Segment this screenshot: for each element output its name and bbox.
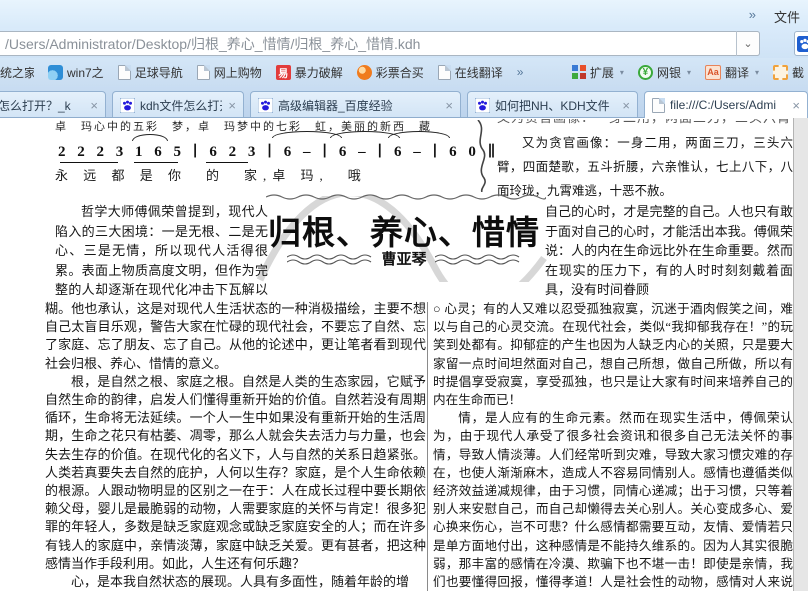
baidu-paw-favicon	[475, 98, 490, 113]
baidu-paw-favicon	[120, 98, 135, 113]
right-column-intro: 自己的心时，才是完整的自己。人也只有敢于面对自己的心时，才能活出本我。傅佩荣说：…	[545, 202, 793, 300]
tab-bar: 文件怎么打开？_k × kdh文件怎么打开？kd × 高级编辑器_百度经验 × …	[0, 86, 808, 118]
paragraph: 情，是人应有的生命元素。然而在现实生活中，傅佩荣认为，由于现代人承受了很多社会资…	[433, 409, 793, 591]
tab-active-kdh-file[interactable]: file:///C:/Users/Admi ×	[644, 91, 808, 118]
screenshot-icon	[773, 65, 788, 80]
paragraph: 糊。他也承认，这是对现代人生活状态的一种消极描绘，主要不想自己太盲目乐观，警告大…	[45, 300, 426, 373]
bookmark-shopping[interactable]: 网上购物	[197, 64, 262, 81]
paragraph: ○ 心灵；有的人又难以忍受孤独寂寞，沉迷于酒肉假笑之间，难以与自己的心灵交流。在…	[433, 300, 793, 409]
notation-beam	[206, 162, 248, 163]
win7-site-icon	[48, 65, 63, 80]
music-lyrics-bottom: 永 远 都 是 你 的 家,卓 玛, 哦	[55, 165, 385, 184]
article-title: 归根、养心、惜情	[258, 206, 550, 254]
translate-aa-icon: Aa	[705, 65, 721, 80]
tab-4[interactable]: 如何把NH、KDH文件 ×	[467, 91, 638, 118]
address-url-text: /Users/Administrator/Desktop/归根_养心_惜情/归根…	[5, 34, 739, 54]
bookmark-crack[interactable]: 易 暴力破解	[276, 64, 343, 81]
music-notation-line: 2 2 2 3 1 6 5 ∣ 6 2 3 ∣ 6 – ∣ 6 – ∣ 6 – …	[58, 142, 488, 161]
chevron-down-icon: ⌄	[743, 37, 752, 50]
close-icon[interactable]: ×	[445, 98, 453, 113]
address-toolbar: /Users/Administrator/Desktop/归根_养心_惜情/归根…	[0, 28, 808, 58]
left-column-body: 糊。他也承认，这是对现代人生活状态的一种消极描绘，主要不想自己太盲目乐观，警告大…	[45, 300, 426, 591]
translate-button[interactable]: Aa 翻译 ▾	[705, 64, 759, 81]
browser-menubar: » 文件	[0, 0, 808, 28]
right-column-body: ○ 心灵；有的人又难以忍受孤独寂寞，沉迷于酒肉假笑之间，难以与自己的心灵交流。在…	[433, 300, 793, 591]
address-dropdown-button[interactable]: ⌄	[737, 31, 760, 56]
bank-yuan-icon: ¥	[638, 65, 653, 80]
paw-icon	[797, 36, 808, 52]
toolbar-overflow-icon[interactable]: »	[749, 7, 756, 22]
author-wave-right	[435, 253, 521, 265]
bookmark-lottery[interactable]: 彩票合买	[357, 64, 424, 81]
tab-2[interactable]: kdh文件怎么打开？kd ×	[112, 91, 244, 118]
tab-3[interactable]: 高级编辑器_百度经验 ×	[250, 91, 461, 118]
page-icon	[197, 65, 210, 80]
notation-slur	[132, 134, 168, 141]
clipped-text-line: 又为贪官画像：一身二用，两面三刀，三头六臂，四面楚歌	[497, 119, 789, 124]
bookmark-win7[interactable]: win7之	[48, 64, 104, 81]
extensions-grid-icon	[572, 65, 586, 79]
notation-beam	[60, 162, 118, 163]
chevron-down-icon: ▾	[755, 68, 759, 77]
close-icon[interactable]: ×	[622, 98, 630, 113]
kdh-document-page: 卓 玛心中的五彩 梦，卓 玛梦中的七彩 虹，美丽的新西 藏 2 2 2 3 1 …	[0, 118, 793, 591]
chevron-down-icon: ▾	[620, 68, 624, 77]
chevron-down-icon: ▾	[687, 68, 691, 77]
author-wave-left	[287, 253, 373, 265]
paragraph: 心，是本我自然状态的展现。人具有多面性，随着年龄的增	[45, 573, 426, 591]
page-icon	[118, 65, 131, 80]
bookmarks-bar: 统之家 win7之 足球导航 网上购物 易 暴力破解 彩票合买 在线翻译 » 扩…	[0, 58, 808, 86]
column-divider	[427, 302, 428, 591]
bookmarks-overflow-icon[interactable]: »	[517, 65, 524, 79]
close-icon[interactable]: ×	[792, 98, 800, 113]
music-end-squiggle	[474, 120, 490, 192]
screenshot-button[interactable]: 截	[773, 64, 808, 81]
notation-slur	[388, 131, 450, 138]
close-icon[interactable]: ×	[90, 98, 98, 113]
extensions-button[interactable]: 扩展 ▾	[572, 64, 624, 81]
file-menu[interactable]: 文件	[774, 7, 800, 26]
close-icon[interactable]: ×	[228, 98, 236, 113]
notation-beam	[134, 162, 178, 163]
tab-1[interactable]: 文件怎么打开？_k ×	[0, 91, 106, 118]
file-favicon	[652, 98, 665, 113]
title-top-wave	[266, 192, 546, 201]
yi-red-icon: 易	[276, 65, 291, 80]
paw-toolbar-button[interactable]	[794, 31, 808, 56]
page-right-gutter[interactable]	[793, 118, 808, 591]
bookmark-football[interactable]: 足球导航	[118, 64, 183, 81]
bookmark-clipped-first[interactable]: 统之家	[0, 64, 34, 81]
bookmark-translate-site[interactable]: 在线翻译	[438, 64, 503, 81]
article-author: 曹亚琴	[381, 248, 426, 269]
left-column-intro: 哲学大师傅佩荣曾提到，现代人陷入的三大困境：一是无根、二是无心、三是无情，所以现…	[55, 202, 268, 300]
paragraph: 根，是自然之根、家庭之根。自然是人类的生态家园，它赋予自然生命的韵律，启发人们懂…	[45, 373, 426, 573]
lottery-swirl-icon	[357, 65, 372, 80]
address-bar[interactable]: /Users/Administrator/Desktop/归根_养心_惜情/归根…	[0, 31, 760, 56]
page-icon	[438, 65, 451, 80]
online-bank-button[interactable]: ¥ 网银 ▾	[638, 64, 691, 81]
baidu-paw-favicon	[258, 98, 273, 113]
